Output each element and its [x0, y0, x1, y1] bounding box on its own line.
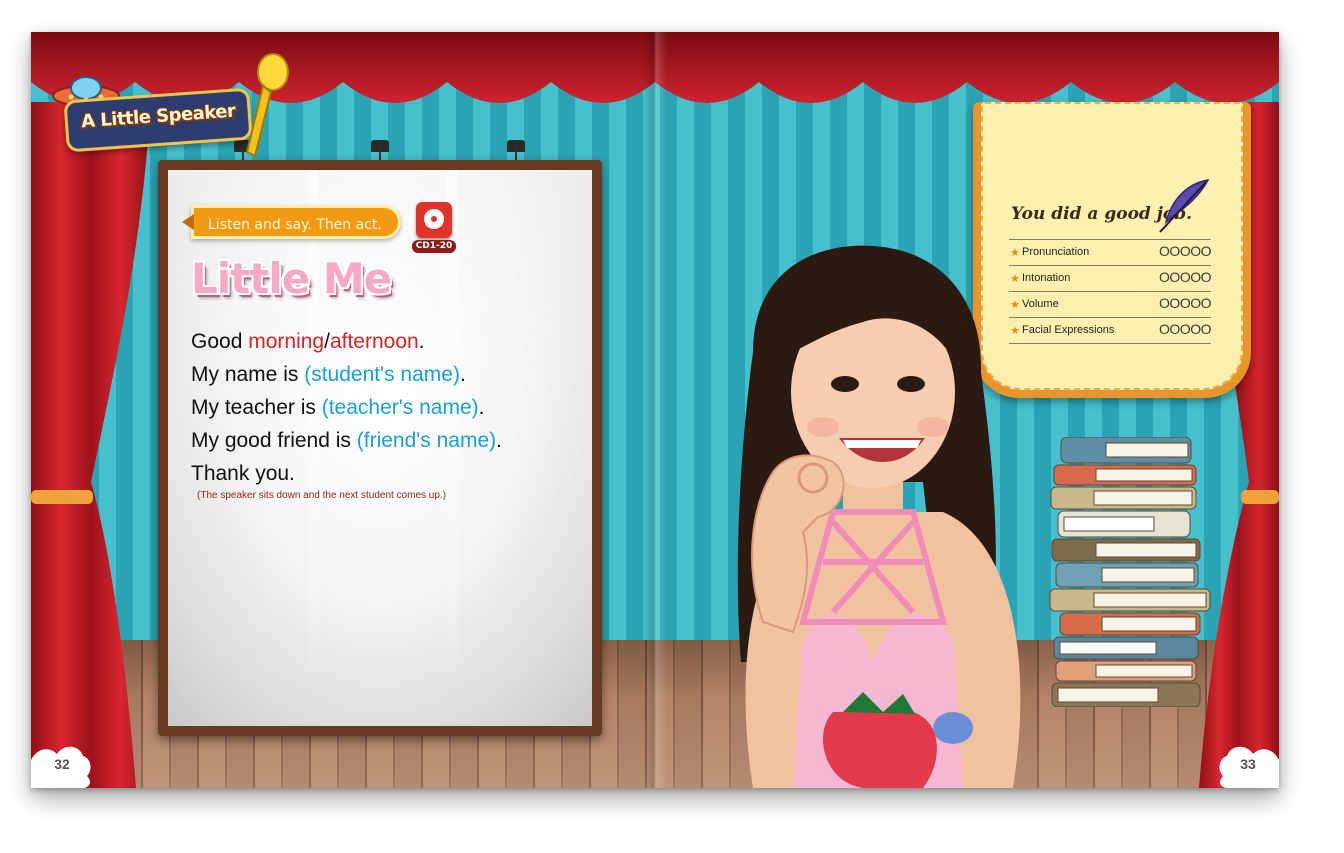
- speech-line-teacher: My teacher is (teacher's name).: [191, 391, 502, 424]
- rating-circles[interactable]: OOOOO: [1159, 243, 1211, 259]
- spotlight-lamp: [504, 140, 528, 190]
- section-badge: A Little Speaker: [51, 52, 291, 162]
- cd-audio-icon[interactable]: [416, 202, 452, 238]
- line-text: My teacher is: [191, 396, 322, 419]
- placeholder-word: (teacher's name): [321, 396, 479, 419]
- stage-direction-note: (The speaker sits down and the next stud…: [197, 490, 447, 501]
- highlight-word: afternoon: [329, 330, 419, 353]
- microphone-icon: [245, 53, 289, 158]
- speech-line-friend: My good friend is (friend's name).: [191, 424, 502, 457]
- speech-line-thanks: Thank you.: [191, 462, 295, 485]
- line-text: My good friend is: [191, 429, 357, 452]
- book-spread: Listen and say. Then act. CD1-20 Little …: [31, 32, 1279, 788]
- cd-track-label: CD1-20: [412, 240, 456, 253]
- line-text: .: [459, 363, 466, 386]
- rating-circles[interactable]: OOOOO: [1159, 269, 1211, 285]
- page-number-left: 32: [31, 742, 93, 788]
- speech-line-greeting: Good morning/afternoon.: [191, 325, 502, 358]
- rating-circles[interactable]: OOOOO: [1159, 321, 1211, 337]
- page-number-text: 33: [1240, 756, 1256, 772]
- speech-lines: Good morning/afternoon. My name is (stud…: [191, 325, 502, 490]
- line-text: Good: [191, 330, 249, 353]
- line-text: .: [478, 396, 485, 419]
- page-number-text: 32: [54, 756, 70, 772]
- spotlight-lamp: [368, 140, 392, 190]
- line-text: .: [496, 429, 502, 452]
- line-text: .: [418, 330, 425, 353]
- line-text: My name is: [191, 363, 305, 386]
- placeholder-word: (friend's name): [356, 429, 497, 452]
- smiling-girl-photo: [737, 245, 1021, 788]
- speech-line-name: My name is (student's name).: [191, 358, 502, 391]
- instruction-banner: Listen and say. Then act.: [182, 205, 401, 239]
- placeholder-word: (student's name): [304, 363, 460, 386]
- feather-quill-icon: [1159, 178, 1210, 233]
- lesson-title: Little Me: [191, 254, 392, 303]
- book-spine-shadow: [643, 32, 667, 788]
- rating-circles[interactable]: OOOOO: [1159, 295, 1211, 311]
- highlight-word: morning: [248, 330, 325, 353]
- left-curtain: [31, 102, 151, 788]
- page-number-right: 33: [1217, 742, 1279, 788]
